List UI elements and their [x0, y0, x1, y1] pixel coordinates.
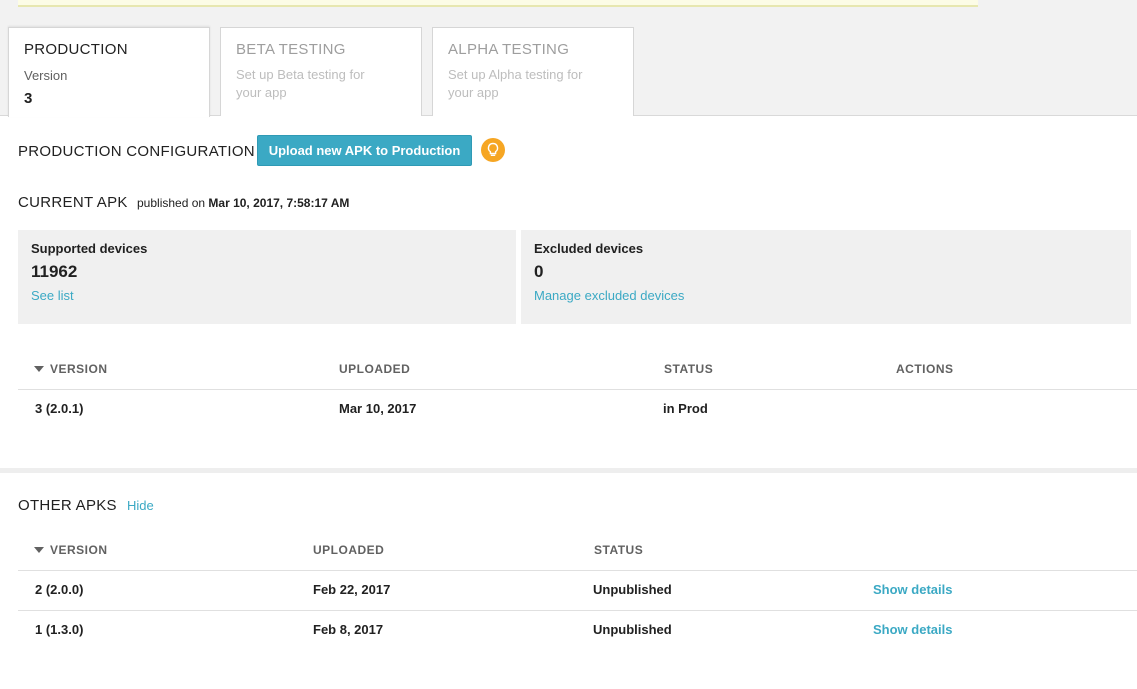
- current-table-rule: [18, 389, 1137, 390]
- section-divider: [0, 468, 1137, 473]
- current-row-status: in Prod: [663, 401, 708, 416]
- see-list-link[interactable]: See list: [31, 288, 503, 303]
- production-configuration-heading: PRODUCTION CONFIGURATION: [18, 143, 255, 160]
- sort-down-icon: [34, 366, 44, 372]
- tab-production-version-value: 3: [24, 90, 33, 107]
- current-version-header[interactable]: VERSION: [34, 362, 108, 376]
- other-row-uploaded: Feb 22, 2017: [313, 582, 391, 597]
- notice-banner: [18, 0, 978, 7]
- published-info: published on Mar 10, 2017, 7:58:17 AM: [137, 196, 349, 210]
- other-status-header: STATUS: [594, 543, 644, 557]
- tab-production-version-label: Version: [24, 68, 68, 83]
- current-version-header-label: VERSION: [50, 362, 108, 376]
- current-apk-heading: CURRENT APK: [18, 194, 128, 211]
- other-row-status: Unpublished: [593, 622, 672, 637]
- tab-alpha-title: ALPHA TESTING: [448, 41, 570, 58]
- show-details-link[interactable]: Show details: [873, 582, 952, 597]
- published-date: Mar 10, 2017, 7:58:17 AM: [208, 196, 350, 210]
- other-version-header-label: VERSION: [50, 543, 108, 557]
- sort-down-icon: [34, 547, 44, 553]
- row-separator: [18, 610, 1137, 611]
- excluded-devices-count: 0: [534, 262, 544, 281]
- tab-beta-testing[interactable]: BETA TESTING Set up Beta testing for you…: [220, 27, 422, 117]
- current-status-header: STATUS: [664, 362, 714, 376]
- other-row-uploaded: Feb 8, 2017: [313, 622, 384, 637]
- manage-excluded-devices-link[interactable]: Manage excluded devices: [534, 288, 1118, 303]
- other-apks-heading: OTHER APKS: [18, 497, 117, 514]
- lightbulb-icon-glyph: [487, 142, 499, 157]
- other-table-rule: [18, 570, 1137, 571]
- excluded-devices-card: Excluded devices 0 Manage excluded devic…: [521, 230, 1131, 324]
- current-row-version: 3 (2.0.1): [35, 401, 84, 416]
- supported-devices-label: Supported devices: [31, 241, 148, 256]
- upload-apk-button[interactable]: Upload new APK to Production: [257, 135, 472, 166]
- tab-alpha-subtitle: Set up Alpha testing for your app: [448, 67, 583, 100]
- other-row-status: Unpublished: [593, 582, 672, 597]
- current-actions-header: ACTIONS: [896, 362, 954, 376]
- tab-production[interactable]: PRODUCTION Version 3: [8, 27, 210, 117]
- supported-devices-card: Supported devices 11962 See list: [18, 230, 516, 324]
- main-panel: PRODUCTION CONFIGURATION Upload new APK …: [0, 116, 1137, 689]
- other-row-version: 2 (2.0.0): [35, 582, 84, 597]
- tab-production-title: PRODUCTION: [24, 41, 128, 58]
- published-prefix: published on: [137, 196, 206, 210]
- hide-other-apks-link[interactable]: Hide: [127, 498, 154, 513]
- other-version-header[interactable]: VERSION: [34, 543, 108, 557]
- tab-beta-title: BETA TESTING: [236, 41, 346, 58]
- current-row-uploaded: Mar 10, 2017: [339, 401, 417, 416]
- tab-alpha-testing[interactable]: ALPHA TESTING Set up Alpha testing for y…: [432, 27, 634, 117]
- show-details-link[interactable]: Show details: [873, 622, 952, 637]
- other-uploaded-header: UPLOADED: [313, 543, 385, 557]
- current-uploaded-header: UPLOADED: [339, 362, 411, 376]
- other-row-version: 1 (1.3.0): [35, 622, 84, 637]
- tab-beta-subtitle: Set up Beta testing for your app: [236, 67, 365, 100]
- supported-devices-count: 11962: [31, 262, 78, 281]
- excluded-devices-label: Excluded devices: [534, 241, 644, 256]
- lightbulb-icon[interactable]: [481, 138, 505, 162]
